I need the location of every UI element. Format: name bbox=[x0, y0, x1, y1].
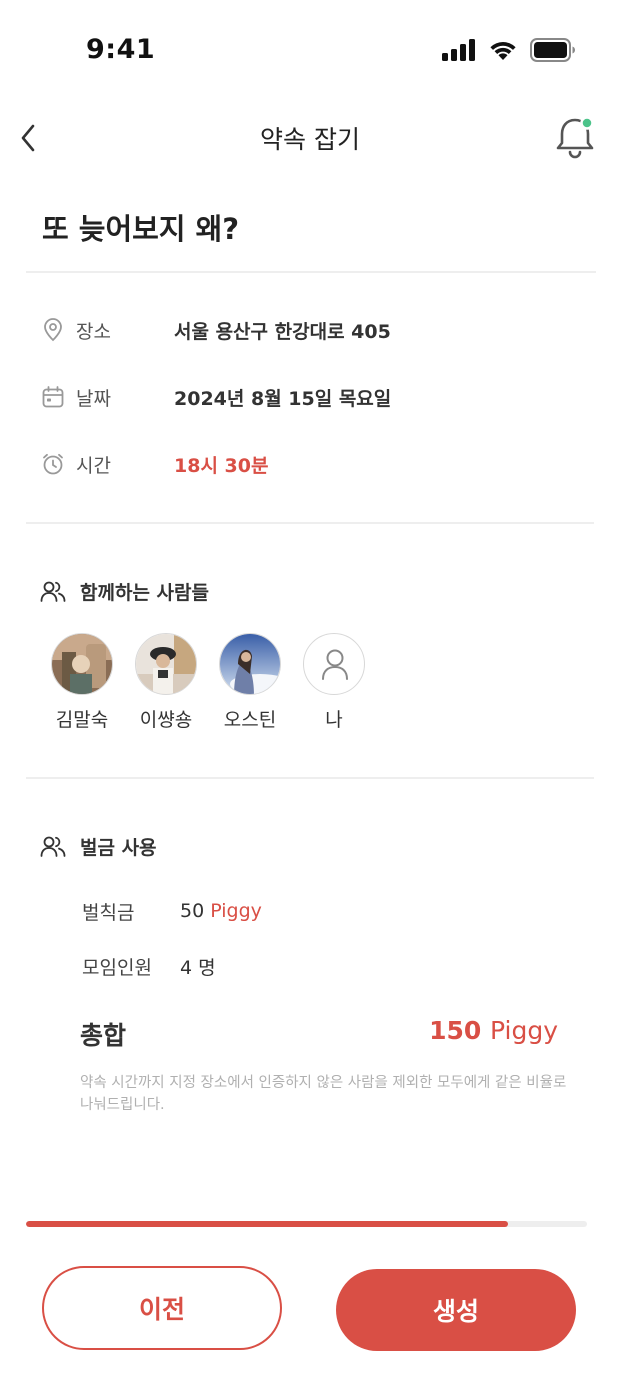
avatar bbox=[219, 633, 281, 695]
status-icons bbox=[442, 38, 576, 62]
fine-section-header: 벌금 사용 bbox=[40, 828, 157, 864]
date-row: 날짜 2024년 8월 15일 목요일 bbox=[40, 377, 580, 417]
divider bbox=[26, 777, 594, 779]
total-amount: 150 bbox=[429, 1016, 482, 1045]
people-icon bbox=[40, 836, 66, 857]
person-item[interactable]: 김말숙 bbox=[40, 633, 124, 732]
nav-bar: 약속 잡기 bbox=[0, 100, 620, 176]
person-name: 이썅숑 bbox=[139, 709, 193, 731]
penalty-row: 벌칙금 50 Piggy bbox=[82, 895, 262, 927]
person-item[interactable]: 나 bbox=[292, 633, 376, 732]
date-label: 날짜 bbox=[76, 387, 111, 410]
avatar bbox=[135, 633, 197, 695]
penalty-label: 벌칙금 bbox=[82, 901, 135, 924]
page-title: 또 늦어보지 왜? bbox=[42, 212, 240, 246]
penalty-amount: 50 bbox=[180, 900, 205, 922]
wifi-icon bbox=[490, 42, 516, 60]
time-value: 18시 30분 bbox=[174, 454, 269, 477]
total-unit: Piggy bbox=[489, 1016, 558, 1045]
people-section-label: 함께하는 사람들 bbox=[80, 581, 209, 604]
divider bbox=[26, 271, 596, 273]
person-item[interactable]: 이썅숑 bbox=[124, 633, 208, 732]
total-value: 150 Piggy bbox=[429, 1016, 558, 1045]
calendar-icon bbox=[40, 384, 66, 410]
create-button[interactable]: 생성 bbox=[336, 1269, 576, 1351]
penalty-value: 50 Piggy bbox=[180, 900, 262, 922]
penalty-unit: Piggy bbox=[210, 900, 262, 922]
signal-icon bbox=[442, 39, 475, 61]
place-label: 장소 bbox=[76, 320, 111, 343]
user-icon bbox=[322, 649, 348, 680]
person-name: 나 bbox=[325, 709, 343, 731]
avatar-placeholder bbox=[303, 633, 365, 695]
people-section-header: 함께하는 사람들 bbox=[40, 573, 209, 609]
members-row: 모임인원 4 명 bbox=[82, 950, 216, 982]
notification-button[interactable] bbox=[554, 112, 600, 160]
nav-title: 약속 잡기 bbox=[260, 125, 360, 154]
place-value: 서울 용산구 한강대로 405 bbox=[174, 320, 391, 343]
status-time: 9:41 bbox=[86, 34, 156, 65]
person-name: 김말숙 bbox=[55, 709, 109, 731]
progress-bar bbox=[26, 1221, 587, 1227]
progress-fill bbox=[26, 1221, 509, 1227]
fine-section-label: 벌금 사용 bbox=[80, 836, 157, 859]
divider bbox=[26, 522, 594, 524]
date-value: 2024년 8월 15일 목요일 bbox=[174, 387, 392, 410]
time-row: 시간 18시 30분 bbox=[40, 444, 580, 484]
prev-button[interactable]: 이전 bbox=[42, 1266, 282, 1350]
status-bar: 9:41 bbox=[0, 0, 620, 100]
alarm-clock-icon bbox=[40, 451, 66, 477]
person-item[interactable]: 오스틴 bbox=[208, 633, 292, 732]
members-label: 모임인원 bbox=[82, 956, 152, 979]
total-label: 총합 bbox=[80, 1021, 127, 1050]
members-value: 4 명 bbox=[180, 956, 216, 979]
people-icon bbox=[40, 581, 66, 602]
fine-notice: 약속 시간까지 지정 장소에서 인증하지 않은 사람을 제외한 모두에게 같은 … bbox=[80, 1075, 567, 1113]
time-label: 시간 bbox=[76, 454, 111, 477]
battery-icon bbox=[530, 38, 575, 62]
place-row: 장소 서울 용산구 한강대로 405 bbox=[40, 310, 580, 350]
person-name: 오스틴 bbox=[223, 709, 277, 731]
location-pin-icon bbox=[40, 317, 66, 343]
bell-icon bbox=[556, 116, 594, 159]
people-list: 김말숙 이썅숑 오스틴 나 bbox=[40, 633, 376, 732]
avatar bbox=[51, 633, 113, 695]
